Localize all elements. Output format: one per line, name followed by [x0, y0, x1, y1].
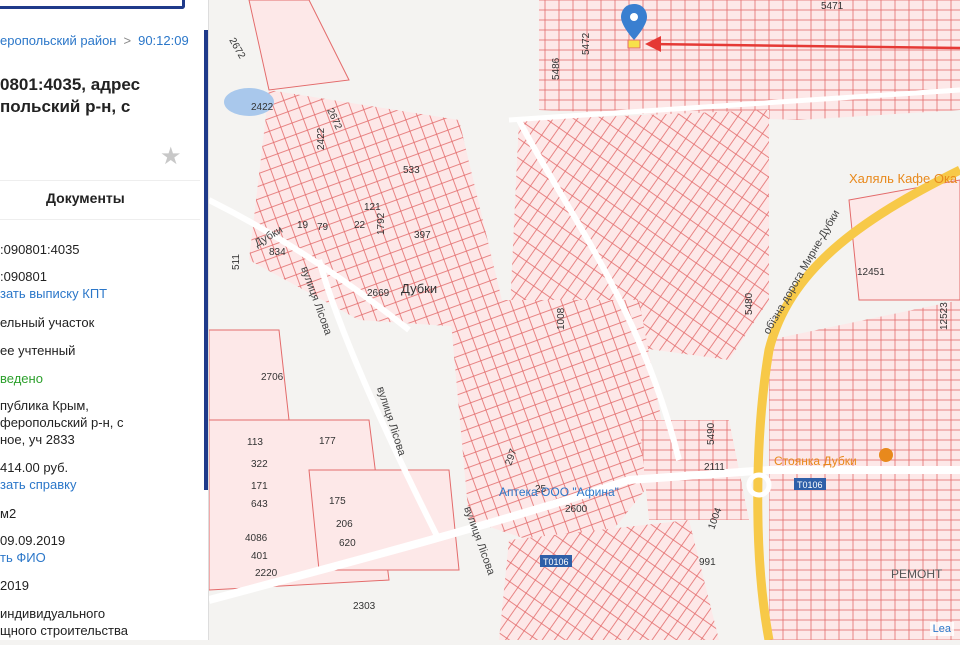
field-address-line: феропольский р-н, с: [0, 415, 124, 430]
field-registration-year: 2019: [0, 578, 29, 593]
find-owner-link[interactable]: ть ФИО: [0, 549, 46, 566]
parking-poi-icon[interactable]: [879, 448, 893, 462]
info-panel: еропольский район >90:12:09 0801:4035, ад…: [0, 0, 209, 640]
poi-label: РЕМОНТ: [891, 567, 943, 581]
parcel-number: 22: [354, 220, 366, 231]
field-cadastral-number: :090801:4035: [0, 242, 80, 257]
field-status: ее учтенный: [0, 343, 76, 358]
map-canvas[interactable]: 5471 5486 5472 2672 2422 2672 2422 533 1…: [207, 0, 960, 641]
parcel-number: 206: [336, 519, 353, 530]
field-quarter: :090801: [0, 269, 47, 284]
parcel-number: 2669: [367, 288, 390, 299]
page-title: 0801:4035, адрес польский р-н, с: [0, 74, 200, 118]
breadcrumb: еропольский район >90:12:09: [0, 33, 189, 48]
title-line: польский р-н, с: [0, 97, 131, 116]
parcel-number: 121: [364, 202, 381, 213]
parcel-number: 2600: [565, 504, 588, 515]
parcel-number: 834: [269, 247, 286, 258]
parcel-number: 2303: [353, 601, 376, 612]
parcel-number: 991: [699, 557, 716, 568]
parcel-number: 1008: [556, 307, 567, 330]
tab-documents-label: Документы: [46, 190, 125, 206]
location-marker-dot: [630, 13, 638, 21]
parcel-number: 113: [247, 437, 263, 448]
parcel-number: 2672: [226, 36, 247, 61]
parcel-number: 19: [297, 220, 309, 231]
field-usage-line: индивидуального: [0, 606, 106, 621]
place-label: Дубки: [401, 281, 437, 296]
map-attribution[interactable]: Lea: [929, 622, 954, 636]
parcel-number: 2422: [316, 127, 327, 150]
parcel-number: 643: [251, 499, 268, 510]
parcel-number: 2706: [261, 372, 284, 383]
field-boundary-status: ведено: [0, 371, 43, 386]
parcel-number: 2422: [251, 102, 274, 113]
parcel-number: 401: [251, 551, 268, 562]
parcel-number: 5486: [551, 57, 562, 80]
panel-accent-bar: [204, 30, 208, 490]
order-kpt-extract-link[interactable]: зать выписку КПТ: [0, 285, 107, 302]
road-shield-text: Т0106: [543, 557, 569, 567]
field-cadastral-value: 414.00 руб.: [0, 460, 69, 475]
parcel-number: 322: [251, 459, 268, 470]
order-certificate-link[interactable]: зать справку: [0, 476, 76, 493]
field-address-line: ное, уч 2833: [0, 432, 75, 447]
parcel-number: 2111: [704, 462, 725, 473]
parcel-number: 511: [231, 254, 242, 270]
parcel-block: [499, 520, 719, 640]
parcel-number: 2220: [255, 568, 278, 579]
parcel-number: 5471: [821, 1, 844, 12]
road-label: обїзна дорога Мирне-Дубки: [761, 208, 842, 336]
parcel-number: 79: [317, 222, 329, 233]
parcel-block: [248, 0, 350, 91]
parcel-number: 4086: [245, 533, 268, 544]
parcel-number: 5480: [744, 292, 755, 315]
breadcrumb-separator: >: [123, 33, 132, 48]
parcel-number: 5472: [581, 32, 592, 55]
parcel-number: 177: [319, 436, 336, 447]
map-view[interactable]: 5471 5486 5472 2672 2422 2672 2422 533 1…: [207, 0, 960, 641]
poi-label[interactable]: Аптека ООО "Афина": [499, 485, 619, 499]
breadcrumb-district[interactable]: еропольский район: [0, 33, 117, 48]
field-address-line: публика Крым,: [0, 398, 89, 413]
parcel-number: 171: [251, 481, 268, 492]
field-object-type: ельный участок: [0, 315, 95, 330]
parcel-number: 397: [414, 230, 431, 241]
panel-top-frame: [0, 0, 185, 9]
poi-label[interactable]: Халяль Кафе Ока: [849, 171, 958, 186]
field-area: м2: [0, 506, 17, 521]
field-usage-line: щного строительства: [0, 623, 128, 638]
parcel-number: 175: [329, 496, 346, 507]
parcel-number: 12523: [939, 302, 950, 330]
tab-documents[interactable]: Документы: [0, 180, 200, 220]
parcel-number: 533: [403, 165, 420, 176]
parcel-number: 12451: [857, 267, 885, 278]
parcel-number: 620: [339, 538, 356, 549]
parcel-number: 5490: [706, 422, 717, 445]
title-line: 0801:4035, адрес: [0, 75, 141, 94]
favorite-star-icon[interactable]: ★: [160, 142, 182, 171]
field-update-date: 09.09.2019: [0, 533, 66, 548]
breadcrumb-parcel[interactable]: 90:12:09: [138, 33, 189, 48]
parcel-number: 1792: [376, 212, 387, 235]
poi-label[interactable]: Стоянка Дубки: [774, 454, 857, 468]
road-shield-text: Т0106: [797, 480, 823, 490]
selected-parcel[interactable]: [627, 39, 641, 49]
